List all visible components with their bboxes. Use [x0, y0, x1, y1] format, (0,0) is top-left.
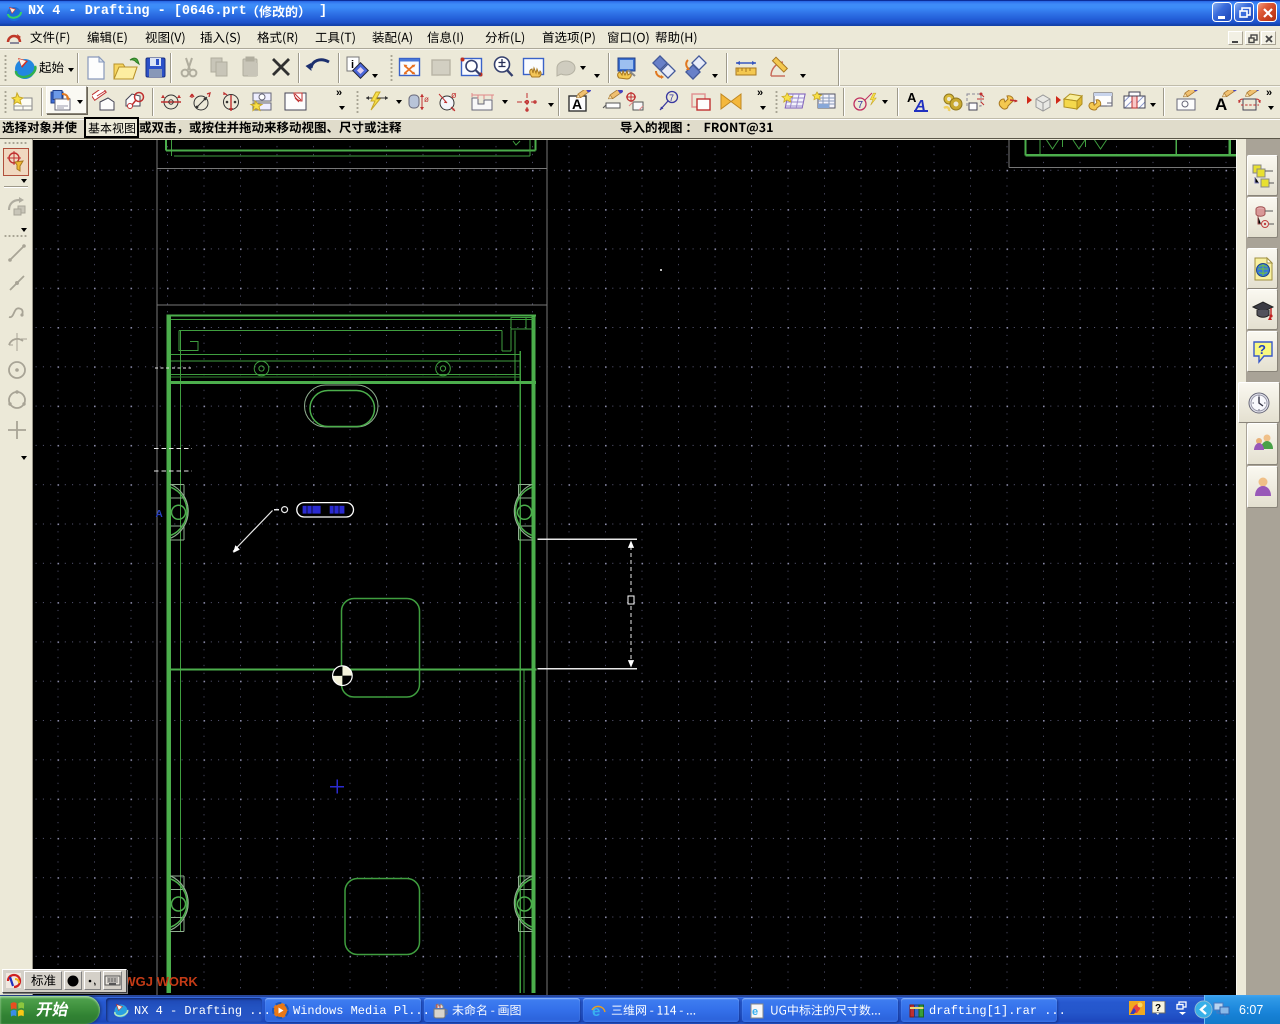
svg-text:ø: ø — [424, 95, 429, 104]
svg-text:A: A — [1215, 95, 1227, 114]
svg-text:ø: ø — [451, 90, 457, 100]
svg-text:7: 7 — [858, 100, 864, 111]
svg-text:7: 7 — [669, 93, 674, 103]
svg-text:A: A — [572, 96, 582, 112]
svg-text:?: ? — [1155, 1003, 1161, 1014]
svg-text:?: ? — [1258, 342, 1266, 357]
svg-text:A: A — [156, 509, 163, 520]
svg-text:e: e — [752, 1006, 758, 1018]
svg-text:e: e — [592, 1003, 600, 1019]
